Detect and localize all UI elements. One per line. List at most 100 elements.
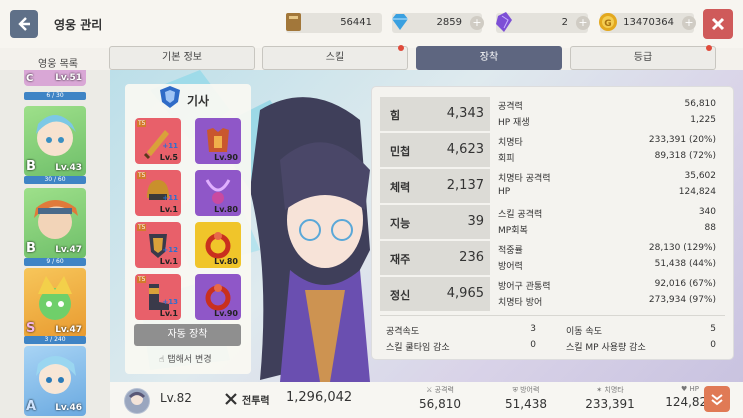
bottom-stat-attack: ⚔ 공격력 56,810 (400, 385, 480, 411)
stat-row-agility: 민첩 4,623 치명타 233,391 (20%) 회피 89,318 (72%) (380, 133, 725, 167)
stat-value: 4,343 (446, 106, 484, 121)
stat-main: 체력 2,137 (380, 169, 490, 203)
hero-level: Lv.51 (55, 73, 82, 83)
equip-slot-armor[interactable]: Lv.90 (195, 118, 241, 164)
slot-level: Lv.90 (214, 153, 238, 162)
hero-grade: A (26, 399, 37, 414)
hero-level: Lv.46 (55, 403, 82, 413)
sub-stat-label: 스킬 공격력 (498, 210, 543, 220)
add-crystal-button[interactable]: + (576, 16, 590, 30)
stat-label: 지능 (390, 217, 411, 230)
hero-level: Lv.47 (55, 325, 82, 335)
misc-stat-value: 3 (530, 324, 536, 334)
tab-equipment[interactable]: 장착 (416, 46, 562, 70)
resource-value: 56441 (340, 17, 372, 28)
gold-coin-icon: G (599, 13, 617, 31)
back-button[interactable] (10, 10, 38, 38)
combat-power-icon (225, 393, 237, 405)
sub-stat: HP 재생 1,225 (498, 115, 716, 128)
hero-grade: B (26, 159, 36, 174)
hero-grade: S (26, 321, 36, 336)
misc-stat-value: 0 (530, 340, 536, 350)
sub-stat-value: 273,934 (97%) (648, 295, 716, 305)
heart-icon: ♥ (680, 385, 688, 393)
sub-stat: 치명타 233,391 (20%) (498, 135, 716, 148)
bottom-stat-defense: ⛨ 방어력 51,438 (486, 385, 566, 411)
avatar (124, 388, 150, 414)
slot-level: Lv.1 (159, 309, 178, 318)
sub-stat-value: 89,318 (72%) (654, 151, 716, 161)
hero-card[interactable]: B Lv.47 (24, 188, 86, 258)
equip-slot-boots[interactable]: T5 +13 Lv.1 (135, 274, 181, 320)
sub-stat-value: 28,130 (129%) (648, 243, 716, 253)
sub-stat-value: 233,391 (20%) (648, 135, 716, 145)
bottom-bar: Lv.82 전투력 1,296,042 ⚔ 공격력 56,810 ⛨ 방어력 5… (110, 382, 743, 418)
enhance-level: +11 (162, 194, 178, 202)
close-icon (711, 17, 725, 31)
sub-stat-label: HP 재생 (498, 118, 530, 128)
sub-stat-label: 방어구 관통력 (498, 282, 551, 292)
resource-diamond: 2859 + (392, 13, 484, 33)
sub-stat-value: 56,810 (684, 99, 717, 109)
bottom-stat-label: ✶ 치명타 (570, 385, 650, 395)
slot-level: Lv.80 (214, 257, 238, 266)
hero-list-label: 영웅 목록 (38, 59, 78, 70)
slot-level: Lv.1 (159, 257, 178, 266)
sub-stat-value: 51,438 (44%) (654, 259, 716, 269)
add-diamond-button[interactable]: + (470, 16, 484, 30)
expand-button[interactable] (704, 386, 730, 412)
equip-slot-weapon[interactable]: T5 +11 Lv.5 (135, 118, 181, 164)
page-title: 영웅 관리 (54, 18, 103, 32)
tab-grade[interactable]: 등급 (570, 45, 716, 70)
sub-stat-label: 회피 (498, 154, 515, 164)
equip-slot-shield[interactable]: T5 +12 Lv.1 (135, 222, 181, 268)
stat-main: 지능 39 (380, 205, 490, 239)
hero-progress-bar: 3 / 240 (24, 336, 86, 344)
sub-stat-value: 35,602 (684, 171, 717, 181)
sub-stat: 치명타 공격력 35,602 (498, 171, 716, 184)
sub-stat: MP회복 88 (498, 223, 716, 236)
close-button[interactable] (703, 9, 733, 39)
misc-stat-value: 0 (710, 340, 716, 350)
stat-main: 재주 236 (380, 241, 490, 275)
resource-value: 13470364 (623, 17, 674, 28)
slot-level: Lv.80 (214, 205, 238, 214)
sub-stat-label: 방어력 (498, 262, 523, 272)
sub-stat-label: 치명타 방어 (498, 298, 543, 308)
stat-row-vitality: 체력 2,137 치명타 공격력 35,602 HP 124,824 (380, 169, 725, 203)
hero-card[interactable]: C Lv.51 (24, 70, 86, 86)
tab-basic-info[interactable]: 기본 정보 (109, 46, 255, 70)
hero-card[interactable]: A Lv.46 (24, 346, 86, 416)
bottom-stat-value: 233,391 (585, 397, 635, 411)
knight-class-icon (160, 86, 180, 108)
stat-row-intelligence: 지능 39 스킬 공격력 340 MP회복 88 (380, 205, 725, 239)
equipment-panel: 기사 T5 +11 Lv.5 Lv.90 T5 +11 Lv.1 Lv.80 T… (125, 84, 251, 374)
bottom-stat-label: ⚔ 공격력 (400, 385, 480, 395)
auto-equip-button[interactable]: 자동 장착 (134, 324, 241, 346)
svg-text:G: G (604, 19, 611, 29)
sword-icon: ⚔ (426, 386, 433, 394)
sub-stat-label: 적중률 (498, 246, 523, 256)
sub-stat: 스킬 공격력 340 (498, 207, 716, 220)
tab-label: 기본 정보 (162, 52, 202, 63)
resource-gold: G 13470364 + (599, 13, 696, 33)
resource-book: 56441 (286, 13, 382, 33)
enhance-level: +12 (162, 246, 178, 254)
resource-value: 2859 (436, 17, 462, 28)
equip-slot-helmet[interactable]: T5 +11 Lv.1 (135, 170, 181, 216)
tab-skill[interactable]: 스킬 (262, 45, 408, 70)
equip-slot-ring[interactable]: Lv.80 (195, 222, 241, 268)
sub-stat-label: HP (498, 187, 511, 197)
sub-stat-value: 340 (698, 207, 716, 217)
bottom-stat-label-text: HP (689, 385, 700, 393)
hero-list[interactable]: C Lv.51 6 / 30 B Lv.43 30 / 60 B Lv.47 9… (0, 70, 110, 418)
sub-stat: 치명타 방어 273,934 (97%) (498, 295, 716, 308)
hero-card[interactable]: B Lv.43 (24, 106, 86, 176)
equip-slot-necklace[interactable]: Lv.80 (195, 170, 241, 216)
combat-power-label: 전투력 (242, 396, 270, 407)
equip-slot-ring-2[interactable]: Lv.90 (195, 274, 241, 320)
hero-card[interactable]: S Lv.47 (24, 268, 86, 338)
tab-label: 스킬 (325, 52, 345, 63)
add-gold-button[interactable]: + (682, 16, 696, 30)
stat-label: 재주 (390, 253, 411, 266)
